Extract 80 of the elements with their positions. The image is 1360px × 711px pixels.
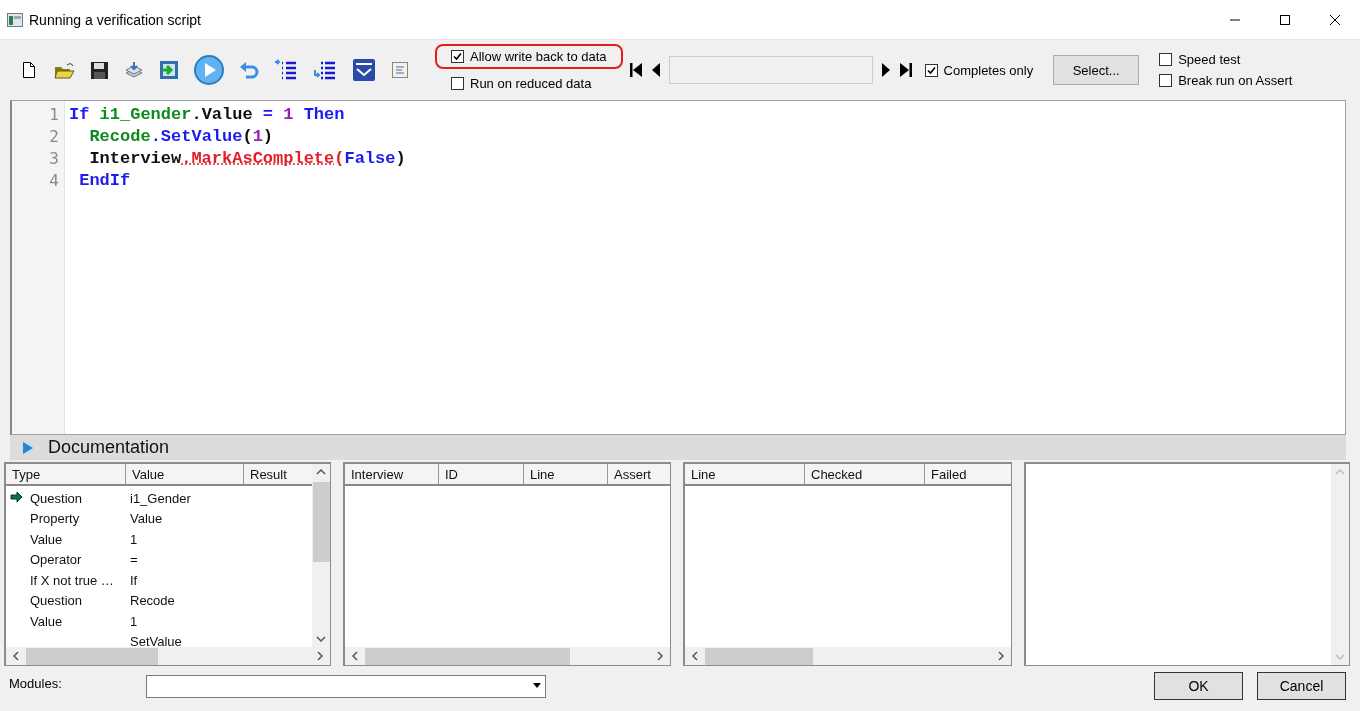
form-icon[interactable] (391, 60, 410, 80)
column-header[interactable]: Failed (925, 464, 1011, 484)
horizontal-scrollbar[interactable] (685, 647, 1011, 665)
column-header[interactable]: Value (126, 464, 244, 484)
table-cell-text: Value (29, 531, 64, 547)
expand-triangle-icon[interactable] (22, 441, 34, 454)
checkbox-option[interactable]: Completes only (924, 62, 1034, 78)
close-icon[interactable] (1329, 13, 1341, 26)
table-cell-text: i1_Gender (129, 490, 192, 506)
scroll-left-icon[interactable] (12, 651, 20, 661)
field-label: Modules: (9, 676, 63, 691)
column-header[interactable]: Line (685, 464, 805, 484)
column-header[interactable]: Checked (805, 464, 925, 484)
record-field[interactable] (668, 56, 873, 84)
table-cell-text: Value (129, 511, 164, 527)
checkbox[interactable] (451, 77, 464, 90)
checkbox[interactable] (451, 50, 464, 63)
table-cell-text: Property (29, 511, 81, 527)
column-header[interactable]: Type (6, 464, 126, 484)
maximize-icon[interactable] (1279, 13, 1291, 26)
collapse-panel-icon[interactable] (352, 58, 376, 82)
last-record-icon[interactable] (898, 62, 913, 78)
scroll-right-icon[interactable] (316, 651, 324, 661)
code-line: Recode.SetValue(1) (88, 126, 274, 146)
scroll-up-icon[interactable] (316, 468, 326, 476)
table-cell-text: Recode (129, 593, 176, 609)
line-number: 2 (48, 126, 59, 146)
code-line: If i1_Gender.Value = 1 Then (69, 104, 345, 124)
column-header[interactable]: Interview (345, 464, 439, 484)
checkbox-option[interactable]: Allow write back to data (451, 49, 607, 64)
next-record-icon[interactable] (880, 62, 891, 78)
first-record-icon[interactable] (628, 62, 643, 78)
table-cell-text: SetValue (129, 634, 183, 647)
vertical-scrollbar[interactable] (312, 464, 330, 647)
table-cell-text: Question (29, 490, 84, 506)
previous-record-icon[interactable] (650, 62, 661, 78)
table-cell-text: 1 (129, 531, 139, 547)
table-cell-text: Question (29, 593, 84, 609)
table-cell-text: 1 (129, 613, 139, 629)
checkbox-option[interactable]: Speed test (1159, 52, 1293, 67)
section-header[interactable]: Documentation (48, 437, 170, 458)
window-title: Running a verification script (29, 11, 202, 28)
horizontal-scrollbar[interactable] (6, 647, 330, 665)
ok-button[interactable]: OK (1154, 672, 1243, 700)
scroll-down-icon[interactable] (316, 635, 326, 643)
scroll-right-icon[interactable] (997, 651, 1005, 661)
table-cell-text: Value (29, 613, 64, 629)
table-cell-text: = (129, 552, 139, 568)
code-line: EndIf (78, 170, 131, 190)
column-header[interactable]: Line (524, 464, 608, 484)
column-header[interactable]: ID (439, 464, 524, 484)
app-icon (7, 11, 23, 28)
open-folder-icon[interactable] (54, 60, 75, 80)
table-cell-text: Operator (29, 552, 83, 568)
scroll-right-icon[interactable] (656, 651, 664, 661)
play-icon[interactable] (194, 55, 224, 85)
code-line: Interview.MarkAsComplete(False) (88, 148, 406, 168)
checkbox-option[interactable]: Run on reduced data (451, 76, 592, 91)
scroll-left-icon[interactable] (351, 651, 359, 661)
checkbox[interactable] (924, 63, 938, 77)
horizontal-scrollbar[interactable] (345, 647, 670, 665)
dropdown-arrow-icon[interactable] (532, 683, 542, 689)
import-icon[interactable] (159, 60, 179, 80)
cancel-button[interactable]: Cancel (1257, 672, 1346, 700)
line-number: 3 (48, 148, 59, 168)
checkbox[interactable] (1159, 53, 1173, 66)
save-icon[interactable] (90, 60, 109, 80)
checkbox[interactable] (1159, 74, 1173, 87)
indent-list-icon[interactable] (274, 58, 298, 82)
line-number: 4 (48, 170, 59, 190)
modules-dropdown[interactable] (146, 674, 546, 698)
scroll-left-icon[interactable] (691, 651, 699, 661)
undo-icon[interactable] (239, 60, 259, 80)
line-number: 1 (48, 104, 59, 124)
checkbox-option[interactable]: Break run on Assert (1159, 73, 1293, 88)
table-cell-text: If X not true … (29, 572, 115, 588)
select-button[interactable]: Select... (1053, 55, 1140, 85)
table-cell-text: If (129, 572, 139, 588)
current-row-arrow-icon (9, 491, 23, 504)
stack-icon[interactable] (124, 61, 144, 79)
